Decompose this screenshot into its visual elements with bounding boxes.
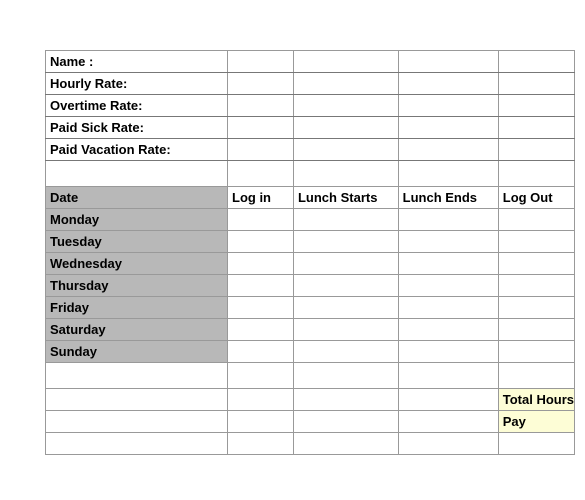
- cell-lunch-ends[interactable]: [398, 231, 498, 253]
- overtime-rate-label: Overtime Rate:: [46, 95, 228, 117]
- header-row: Date Log in Lunch Starts Lunch Ends Log …: [46, 187, 575, 209]
- cell-log-out[interactable]: [498, 319, 574, 341]
- name-label: Name :: [46, 51, 228, 73]
- cell-log-in[interactable]: [228, 297, 294, 319]
- cell-lunch-ends[interactable]: [398, 275, 498, 297]
- cell-log-in[interactable]: [228, 209, 294, 231]
- paid-vacation-rate-value[interactable]: [228, 139, 294, 161]
- cell-lunch-starts[interactable]: [293, 209, 398, 231]
- pay-value[interactable]: [398, 411, 498, 433]
- spacer-row: [46, 161, 575, 187]
- cell-log-out[interactable]: [498, 297, 574, 319]
- row-pay: Pay: [46, 411, 575, 433]
- spacer-row-2: [46, 363, 575, 389]
- cell-lunch-starts[interactable]: [293, 341, 398, 363]
- header-log-out: Log Out: [498, 187, 574, 209]
- day-label: Tuesday: [46, 231, 228, 253]
- cell-log-in[interactable]: [228, 341, 294, 363]
- total-hours-label: Total Hours: [498, 389, 574, 411]
- row-name: Name :: [46, 51, 575, 73]
- cell-log-out[interactable]: [498, 275, 574, 297]
- header-lunch-ends: Lunch Ends: [398, 187, 498, 209]
- row-tuesday: Tuesday: [46, 231, 575, 253]
- day-label: Friday: [46, 297, 228, 319]
- row-overtime-rate: Overtime Rate:: [46, 95, 575, 117]
- cell-lunch-ends[interactable]: [398, 319, 498, 341]
- timesheet-table: Name : Hourly Rate: Overtime Rate: Paid …: [45, 50, 575, 455]
- cell-lunch-starts[interactable]: [293, 297, 398, 319]
- cell-lunch-ends[interactable]: [398, 209, 498, 231]
- pay-label: Pay: [498, 411, 574, 433]
- day-label: Monday: [46, 209, 228, 231]
- cell-log-out[interactable]: [498, 341, 574, 363]
- day-label: Sunday: [46, 341, 228, 363]
- cell-log-in[interactable]: [228, 319, 294, 341]
- row-sunday: Sunday: [46, 341, 575, 363]
- day-label: Thursday: [46, 275, 228, 297]
- cell-lunch-starts[interactable]: [293, 253, 398, 275]
- overtime-rate-value[interactable]: [228, 95, 294, 117]
- cell-log-in[interactable]: [228, 231, 294, 253]
- cell-lunch-ends[interactable]: [398, 297, 498, 319]
- timesheet: Name : Hourly Rate: Overtime Rate: Paid …: [45, 50, 575, 455]
- cell-log-out[interactable]: [498, 253, 574, 275]
- day-label: Wednesday: [46, 253, 228, 275]
- cell-lunch-ends[interactable]: [398, 253, 498, 275]
- cell-lunch-starts[interactable]: [293, 275, 398, 297]
- header-date: Date: [46, 187, 228, 209]
- row-total-hours: Total Hours: [46, 389, 575, 411]
- row-paid-sick-rate: Paid Sick Rate:: [46, 117, 575, 139]
- row-wednesday: Wednesday: [46, 253, 575, 275]
- hourly-rate-value[interactable]: [228, 73, 294, 95]
- cell-lunch-starts[interactable]: [293, 319, 398, 341]
- cell-log-out[interactable]: [498, 209, 574, 231]
- cell-log-in[interactable]: [228, 253, 294, 275]
- row-hourly-rate: Hourly Rate:: [46, 73, 575, 95]
- paid-vacation-rate-label: Paid Vacation Rate:: [46, 139, 228, 161]
- row-monday: Monday: [46, 209, 575, 231]
- trailing-row: [46, 433, 575, 455]
- cell-lunch-starts[interactable]: [293, 231, 398, 253]
- paid-sick-rate-label: Paid Sick Rate:: [46, 117, 228, 139]
- hourly-rate-label: Hourly Rate:: [46, 73, 228, 95]
- row-thursday: Thursday: [46, 275, 575, 297]
- header-lunch-starts: Lunch Starts: [293, 187, 398, 209]
- row-saturday: Saturday: [46, 319, 575, 341]
- name-value[interactable]: [228, 51, 294, 73]
- row-paid-vacation-rate: Paid Vacation Rate:: [46, 139, 575, 161]
- header-log-in: Log in: [228, 187, 294, 209]
- cell-lunch-ends[interactable]: [398, 341, 498, 363]
- total-hours-value[interactable]: [398, 389, 498, 411]
- row-friday: Friday: [46, 297, 575, 319]
- day-label: Saturday: [46, 319, 228, 341]
- cell-log-out[interactable]: [498, 231, 574, 253]
- cell-log-in[interactable]: [228, 275, 294, 297]
- paid-sick-rate-value[interactable]: [228, 117, 294, 139]
